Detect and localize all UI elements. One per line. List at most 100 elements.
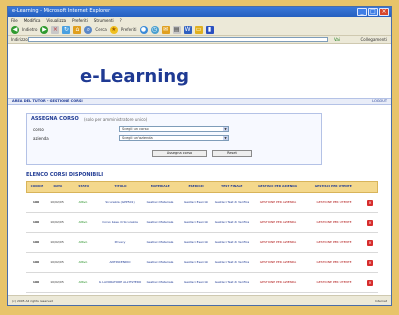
media-icon[interactable]: ● bbox=[139, 25, 148, 34]
final-test-link[interactable]: Gestisci Test di Verifica bbox=[214, 220, 250, 225]
address-input[interactable] bbox=[28, 37, 328, 42]
back-label[interactable]: Indietro bbox=[22, 27, 37, 32]
messenger-icon[interactable]: ▮ bbox=[205, 25, 214, 34]
delete-icon[interactable]: × bbox=[367, 199, 373, 206]
material-link[interactable]: Gestisci Materiale bbox=[142, 240, 178, 245]
menu-file[interactable]: File bbox=[11, 17, 18, 24]
column-header: DATA bbox=[53, 184, 63, 188]
company-select[interactable]: Scegli un'azienda ▼ bbox=[119, 135, 229, 141]
maximize-icon[interactable]: □ bbox=[368, 8, 378, 16]
logout-link[interactable]: LOGOUT bbox=[372, 99, 387, 103]
course-date: 10/02/05 bbox=[50, 219, 64, 224]
history-icon[interactable]: ◷ bbox=[150, 25, 159, 34]
table-row: 100 10/02/05 Attivo ANTINCENDIO Gestisci… bbox=[26, 253, 378, 273]
manage-by-user-link[interactable]: GESTIONE PER UTENTE bbox=[306, 220, 362, 225]
menu-edit[interactable]: Modifica bbox=[24, 17, 41, 24]
favorites-label[interactable]: Preferiti bbox=[121, 27, 137, 32]
course-list-title: ELENCO CORSI DISPONIBILI bbox=[26, 172, 104, 178]
exercises-link[interactable]: Gestisci Esercizi bbox=[178, 280, 214, 285]
manage-by-user-link[interactable]: GESTIONE PER UTENTE bbox=[306, 240, 362, 245]
window-title: e-Learning - Microsoft Internet Explorer bbox=[12, 8, 111, 14]
browser-window: e-Learning - Microsoft Internet Explorer… bbox=[7, 6, 392, 306]
delete-icon[interactable]: × bbox=[367, 279, 373, 286]
site-logo: e-Learning bbox=[80, 66, 190, 87]
column-header: GESTISCI PER UTENTE bbox=[314, 184, 352, 188]
table-row: 100 10/02/05 Attivo Privacy Gestisci Mat… bbox=[26, 233, 378, 253]
table-row: 100 10/02/05 Attivo Corso base di Sicure… bbox=[26, 213, 378, 233]
course-state[interactable]: Attivo bbox=[68, 240, 98, 245]
final-test-link[interactable]: Gestisci Test di Verifica bbox=[214, 240, 250, 245]
browser-toolbar: ◀ Indietro ▶ × ↻ ⌂ ⌕ Cerca ★ Preferiti ●… bbox=[8, 24, 391, 36]
manage-by-company-link[interactable]: GESTIONE PER AZIENDA bbox=[250, 240, 306, 245]
back-arrow-icon[interactable]: ◀ bbox=[11, 25, 19, 34]
word-icon[interactable]: W bbox=[183, 25, 192, 34]
refresh-icon[interactable]: ↻ bbox=[62, 25, 71, 34]
delete-cell: × bbox=[362, 279, 378, 286]
exercises-link[interactable]: Gestisci Esercizi bbox=[178, 240, 214, 245]
address-bar: Indirizzo Vai Collegamenti bbox=[8, 36, 391, 44]
table-header: CODICE DATA STATO TITOLO MATERIALE ESERC… bbox=[26, 181, 378, 193]
course-state[interactable]: Attivo bbox=[68, 220, 98, 225]
print-icon[interactable]: ▤ bbox=[172, 25, 181, 34]
manage-by-company-link[interactable]: GESTIONE PER AZIENDA bbox=[250, 260, 306, 265]
menu-view[interactable]: Visualizza bbox=[46, 17, 66, 24]
mail-icon[interactable]: ✉ bbox=[161, 25, 170, 34]
delete-cell: × bbox=[362, 199, 378, 206]
course-state[interactable]: Attivo bbox=[68, 280, 98, 285]
delete-icon[interactable]: × bbox=[367, 239, 373, 246]
course-title[interactable]: Privacy bbox=[98, 240, 142, 245]
menu-favorites[interactable]: Preferiti bbox=[72, 17, 88, 24]
go-button[interactable]: Vai bbox=[334, 37, 340, 42]
manage-by-company-link[interactable]: GESTIONE PER AZIENDA bbox=[250, 200, 306, 205]
stop-icon[interactable]: × bbox=[51, 25, 60, 34]
reset-button[interactable]: Reset bbox=[212, 150, 252, 157]
company-select-value: Scegli un'azienda bbox=[122, 136, 153, 140]
exercises-link[interactable]: Gestisci Esercizi bbox=[178, 220, 214, 225]
exercises-link[interactable]: Gestisci Esercizi bbox=[178, 200, 214, 205]
delete-icon[interactable]: × bbox=[367, 219, 373, 226]
menu-bar: File Modifica Visualizza Preferiti Strum… bbox=[8, 17, 391, 24]
manage-by-user-link[interactable]: GESTIONE PER UTENTE bbox=[306, 260, 362, 265]
table-row: 100 10/02/05 Attivo Sicurezza (GPP501) G… bbox=[26, 193, 378, 213]
final-test-link[interactable]: Gestisci Test di Verifica bbox=[214, 200, 250, 205]
assign-course-title: ASSEGNA CORSO bbox=[31, 116, 79, 122]
material-link[interactable]: Gestisci Materiale bbox=[142, 220, 178, 225]
exercises-link[interactable]: Gestisci Esercizi bbox=[178, 260, 214, 265]
material-link[interactable]: Gestisci Materiale bbox=[142, 260, 178, 265]
manage-by-user-link[interactable]: GESTIONE PER UTENTE bbox=[306, 280, 362, 285]
search-label[interactable]: Cerca bbox=[95, 27, 106, 32]
manage-by-company-link[interactable]: GESTIONE PER AZIENDA bbox=[250, 280, 306, 285]
close-icon[interactable]: × bbox=[379, 8, 389, 16]
favorites-star-icon[interactable]: ★ bbox=[109, 25, 118, 34]
material-link[interactable]: Gestisci Materiale bbox=[142, 200, 178, 205]
search-icon[interactable]: ⌕ bbox=[84, 25, 93, 34]
menu-tools[interactable]: Strumenti bbox=[94, 17, 114, 24]
course-state[interactable]: Attivo bbox=[68, 200, 98, 205]
course-title[interactable]: Sicurezza (GPP501) bbox=[98, 200, 142, 205]
course-title[interactable]: Corso base di Sicurezza bbox=[98, 220, 142, 225]
course-select[interactable]: Scegli un corso ▼ bbox=[119, 126, 229, 132]
final-test-link[interactable]: Gestisci Test di Verifica bbox=[214, 280, 250, 285]
forward-arrow-icon[interactable]: ▶ bbox=[40, 25, 49, 34]
course-title[interactable]: IL LAVORATORE ALL'ESTERO bbox=[98, 280, 142, 285]
manage-by-company-link[interactable]: GESTIONE PER AZIENDA bbox=[250, 220, 306, 225]
home-icon[interactable]: ⌂ bbox=[73, 25, 82, 34]
course-state[interactable]: Attivo bbox=[68, 260, 98, 265]
column-header: ESERCIZI bbox=[188, 184, 204, 188]
status-text: (c) 2005 All rights reserved bbox=[12, 299, 53, 303]
status-zone: Internet bbox=[375, 299, 387, 303]
column-header: CODICE bbox=[30, 184, 44, 188]
material-link[interactable]: Gestisci Materiale bbox=[142, 280, 178, 285]
links-button[interactable]: Collegamenti bbox=[361, 37, 388, 42]
minimize-icon[interactable]: _ bbox=[357, 8, 367, 16]
course-code: 100 bbox=[32, 279, 40, 284]
delete-icon[interactable]: × bbox=[367, 259, 373, 266]
course-table: CODICE DATA STATO TITOLO MATERIALE ESERC… bbox=[26, 181, 378, 293]
manage-by-user-link[interactable]: GESTIONE PER UTENTE bbox=[306, 200, 362, 205]
folder-icon[interactable]: ▭ bbox=[194, 25, 203, 34]
table-row: 100 10/02/05 Attivo IL LAVORATORE ALL'ES… bbox=[26, 273, 378, 293]
assign-course-button[interactable]: Assegna corso bbox=[152, 150, 207, 157]
menu-help[interactable]: ? bbox=[120, 17, 122, 24]
course-title[interactable]: ANTINCENDIO bbox=[98, 260, 142, 265]
final-test-link[interactable]: Gestisci Test di Verifica bbox=[214, 260, 250, 265]
